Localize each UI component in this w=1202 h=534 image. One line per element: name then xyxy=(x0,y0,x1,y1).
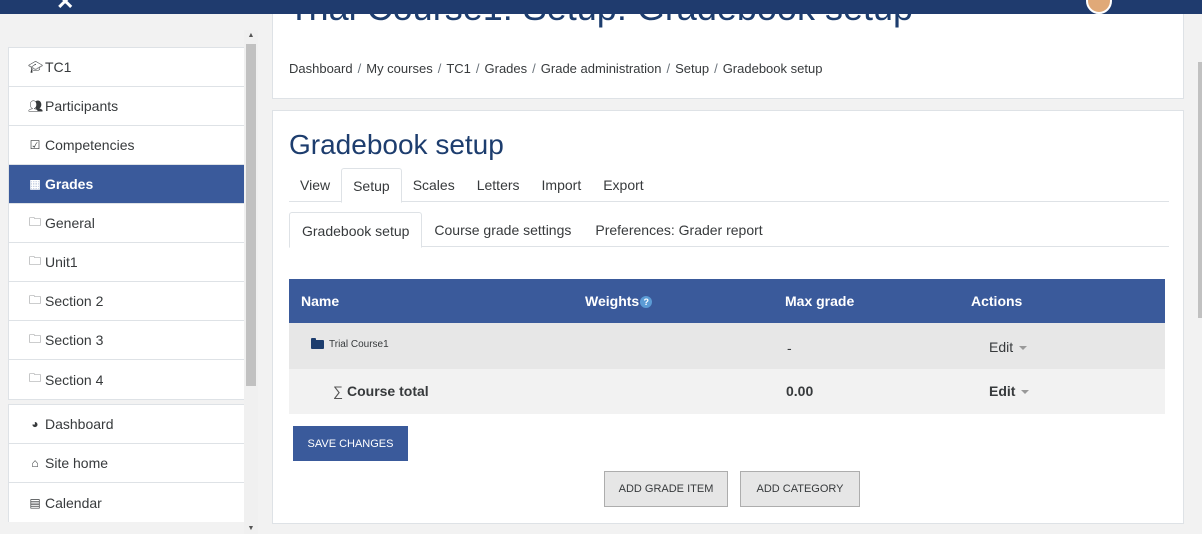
folder-icon: 🗀︎ xyxy=(28,214,41,229)
weights-label: Weights xyxy=(585,293,640,309)
folder-icon: 🗀︎ xyxy=(28,331,41,346)
table-icon: ▦ xyxy=(29,177,41,191)
sidebar-item-unit1[interactable]: 🗀︎ Unit1 xyxy=(9,243,253,282)
sidebar-item-label: Section 4 xyxy=(45,371,104,388)
add-grade-item-button[interactable]: ADD GRADE ITEM xyxy=(604,471,728,507)
folder-icon: 🗀︎ xyxy=(28,371,41,385)
sidebar-item-tc1[interactable]: 🎓︎ TC1 xyxy=(9,48,253,87)
column-header-name: Name xyxy=(301,293,340,309)
table-header: Name Weights? Max grade Actions xyxy=(289,279,1165,323)
close-icon[interactable]: ✕ xyxy=(56,0,74,13)
sidebar-item-grades[interactable]: ▦ Grades xyxy=(9,165,253,204)
sidebar-item-label: Section 3 xyxy=(45,332,104,348)
caret-down-icon xyxy=(1019,346,1028,351)
sidebar-item-section-4[interactable]: 🗀︎ Section 4 xyxy=(9,360,253,399)
sidebar-item-label: Site home xyxy=(45,455,109,471)
primary-tabs: View Setup Scales Letters Import Export xyxy=(289,168,1169,203)
column-header-weights: Weights? xyxy=(585,293,653,309)
add-category-button[interactable]: ADD CATEGORY xyxy=(740,471,860,507)
table-row: Trial Course1 - Edit xyxy=(289,323,1165,369)
folder-icon xyxy=(311,337,324,349)
sidebar-item-competencies[interactable]: ☑ Competencies xyxy=(9,126,253,165)
caret-down-icon xyxy=(1021,390,1030,395)
breadcrumb-grade-administration[interactable]: Grade administration xyxy=(541,61,662,76)
tab-scales[interactable]: Scales xyxy=(402,168,466,202)
course-nav-block: 🎓︎ TC1 👥︎ Participants ☑ Competencies ▦ Grad… xyxy=(8,47,254,400)
tab-view[interactable]: View xyxy=(289,168,341,202)
tab-import[interactable]: Import xyxy=(531,168,593,202)
sidebar-item-label: Unit1 xyxy=(45,254,78,270)
subtab-gradebook-setup[interactable]: Gradebook setup xyxy=(289,212,423,248)
gradebook-table: Name Weights? Max grade Actions Trial Co… xyxy=(289,279,1165,414)
page-scroll-thumb[interactable] xyxy=(1198,62,1202,318)
table-row: ∑ Course total 0.00 Edit xyxy=(289,369,1165,414)
site-nav-block: ◕ Dashboard ⌂ Site home ▤ Calendar xyxy=(8,404,254,522)
course-total-edit-menu[interactable]: Edit xyxy=(989,383,1030,399)
save-changes-button[interactable]: SAVE CHANGES xyxy=(293,426,408,461)
sidebar-item-label: Grades xyxy=(45,176,94,192)
help-icon[interactable]: ? xyxy=(640,296,653,309)
folder-icon: 🗀︎ xyxy=(28,253,41,268)
breadcrumb-gradebook-setup[interactable]: Gradebook setup xyxy=(723,61,823,76)
sidebar-item-label: Calendar xyxy=(45,494,102,511)
sidebar-nav: 🎓︎ TC1 👥︎ Participants ☑ Competencies ▦ Grad… xyxy=(8,47,254,534)
subtab-course-grade-settings[interactable]: Course grade settings xyxy=(422,212,583,247)
main-content: Gradebook setup View Setup Scales Letter… xyxy=(272,110,1184,524)
column-header-actions: Actions xyxy=(971,293,1023,309)
breadcrumb-setup[interactable]: Setup xyxy=(675,61,709,76)
sidebar-item-dashboard[interactable]: ◕ Dashboard xyxy=(9,405,253,444)
course-total-name: Course total xyxy=(346,383,429,399)
sidebar-item-participants[interactable]: 👥︎ Participants xyxy=(9,87,253,126)
sidebar-item-label: General xyxy=(45,215,95,231)
users-icon: 👥︎ xyxy=(28,99,44,113)
scroll-up-icon[interactable]: ▲ xyxy=(247,32,255,39)
category-max-grade: - xyxy=(787,340,792,356)
sidebar-item-site-home[interactable]: ⌂ Site home xyxy=(9,444,253,483)
home-icon: ⌂ xyxy=(31,456,39,470)
avatar[interactable] xyxy=(1086,0,1112,14)
sidebar-item-label: TC1 xyxy=(45,59,72,75)
folder-icon: 🗀︎ xyxy=(28,292,41,307)
check-square-icon: ☑ xyxy=(29,138,41,152)
sidebar-item-label: Section 2 xyxy=(45,293,104,309)
tab-letters[interactable]: Letters xyxy=(466,168,531,202)
sigma-icon: ∑ xyxy=(333,383,343,399)
breadcrumb-grades[interactable]: Grades xyxy=(485,61,528,76)
scroll-down-icon[interactable]: ▼ xyxy=(247,525,255,532)
top-navbar-overlay: ✕ xyxy=(0,0,1202,14)
subtab-preferences-grader-report[interactable]: Preferences: Grader report xyxy=(583,212,774,247)
column-header-max-grade: Max grade xyxy=(785,293,855,309)
secondary-tabs: Gradebook setup Course grade settings Pr… xyxy=(289,212,1169,248)
sidebar-item-label: Participants xyxy=(45,98,119,114)
course-total-cell: ∑ Course total xyxy=(333,383,429,399)
sidebar-item-label: Competencies xyxy=(45,137,135,153)
tab-export[interactable]: Export xyxy=(592,168,654,202)
tab-setup[interactable]: Setup xyxy=(341,168,402,203)
dashboard-icon: ◕ xyxy=(31,417,39,431)
category-name-cell: Trial Course1 xyxy=(311,337,389,350)
breadcrumb: Dashboard / My courses / TC1/Grades / Grade ad… xyxy=(289,61,823,76)
sidebar-item-section-2[interactable]: 🗀︎ Section 2 xyxy=(9,282,253,321)
graduation-cap-icon: 🎓︎ xyxy=(28,60,44,74)
sidebar-scrollbar[interactable]: ▲ ▼ xyxy=(244,30,258,534)
breadcrumb-tc1[interactable]: TC1 xyxy=(446,61,471,76)
course-total-max-grade: 0.00 xyxy=(786,383,814,399)
sidebar-item-label: Dashboard xyxy=(45,416,114,432)
breadcrumb-dashboard[interactable]: Dashboard xyxy=(289,61,353,76)
sidebar-item-general[interactable]: 🗀︎ General xyxy=(9,204,253,243)
breadcrumb-my-courses[interactable]: My courses xyxy=(366,61,432,76)
category-name: Trial Course1 xyxy=(329,339,389,350)
sidebar-item-calendar[interactable]: ▤ Calendar xyxy=(9,483,253,522)
scroll-thumb[interactable] xyxy=(246,44,256,386)
edit-label: Edit xyxy=(989,383,1016,399)
sidebar-item-section-3[interactable]: 🗀︎ Section 3 xyxy=(9,321,253,360)
section-title: Gradebook setup xyxy=(289,129,504,160)
edit-label: Edit xyxy=(989,339,1014,355)
category-edit-menu[interactable]: Edit xyxy=(989,339,1028,355)
calendar-icon: ▤ xyxy=(29,495,41,510)
